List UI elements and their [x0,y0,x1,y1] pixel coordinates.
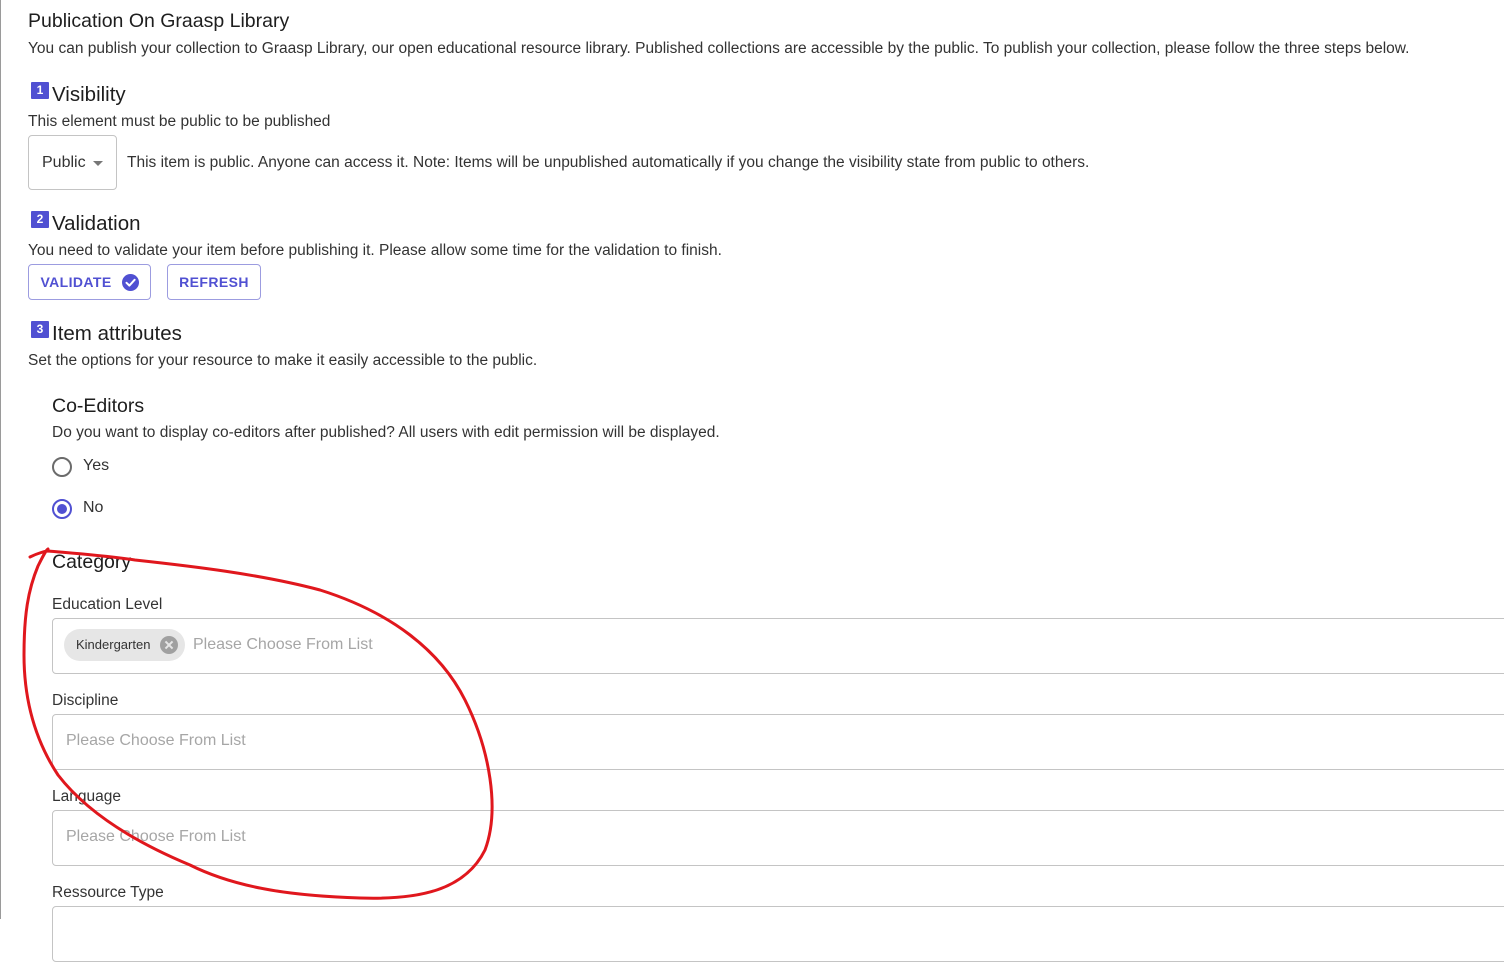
item-attributes-description: Set the options for your resource to mak… [28,352,538,369]
step-title-item-attributes: Item attributes [52,322,182,345]
education-level-label: Education Level [52,596,163,613]
refresh-button[interactable]: REFRESH [167,264,261,300]
language-field[interactable] [52,810,1504,866]
coeditors-no-radio[interactable] [52,499,72,519]
cancel-icon[interactable] [160,636,178,654]
refresh-button-label: REFRESH [179,274,249,290]
language-label: Language [52,788,121,805]
step-number-badge: 3 [31,321,49,338]
validate-button-label: VALIDATE [40,274,112,290]
step-title-validation: Validation [52,212,141,235]
panel-border [0,0,1,919]
step-title-visibility: Visibility [52,83,126,106]
coeditors-question: Do you want to display co-editors after … [52,424,720,441]
arrow-drop-down-icon [93,161,103,166]
coeditors-no-label[interactable]: No [83,499,103,517]
coeditors-yes-label[interactable]: Yes [83,457,109,475]
education-level-placeholder: Please Choose From List [193,636,373,653]
page-title: Publication On Graasp Library [28,10,290,32]
validate-button[interactable]: VALIDATE [28,264,151,300]
kindergarten-chip: Kindergarten [64,629,185,661]
visibility-description: This element must be public to be publis… [28,113,331,130]
visibility-select-value: Public [42,153,86,171]
red-circle-annotation [22,547,494,900]
visibility-info-text: This item is public. Anyone can access i… [127,154,1090,171]
coeditors-yes-radio[interactable] [52,457,72,477]
validation-description: You need to validate your item before pu… [28,242,722,259]
step-number-badge: 1 [31,82,49,99]
resource-type-label: Ressource Type [52,884,164,901]
coeditors-title: Co-Editors [52,395,145,417]
resource-type-field[interactable] [52,906,1504,962]
discipline-field[interactable] [52,714,1504,770]
discipline-placeholder: Please Choose From List [66,732,246,749]
visibility-select[interactable]: Public [28,135,117,190]
chip-label: Kindergarten [76,637,151,652]
discipline-label: Discipline [52,692,119,709]
category-title: Category [52,551,132,573]
step-number-badge: 2 [31,211,49,228]
check-circle-icon [121,273,139,291]
page-description: You can publish your collection to Graas… [28,40,1410,57]
language-placeholder: Please Choose From List [66,828,246,845]
